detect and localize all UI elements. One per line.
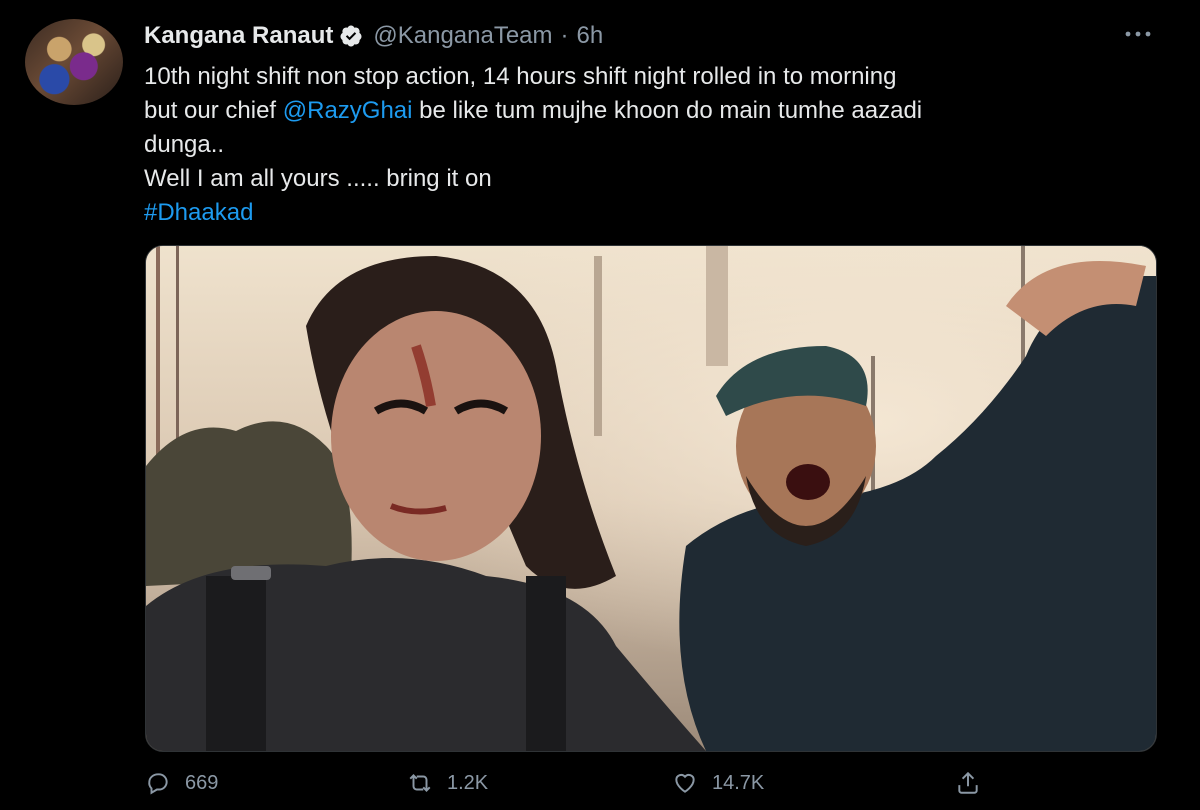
text-segment: be like tum mujhe khoon do main tumhe aa… (412, 97, 923, 124)
share-button[interactable] (955, 770, 995, 796)
tweet-header: Kangana Ranaut @KanganaTeam · 6h (144, 20, 603, 52)
verified-icon (340, 25, 362, 47)
tweet-photo[interactable] (145, 245, 1157, 752)
photo-illustration (146, 246, 1156, 751)
reply-icon (148, 773, 168, 795)
mention-link[interactable]: @RazyGhai (283, 97, 413, 124)
tweet-text: 10th night shift non stop action, 14 hou… (144, 60, 1154, 230)
text-segment: but our chief (144, 97, 283, 124)
share-icon (958, 771, 978, 794)
tweet-text-line: Well I am all yours ..... bring it on (144, 165, 492, 192)
retweet-icon (409, 774, 431, 792)
like-count: 14.7K (712, 771, 765, 794)
tweet-text-line: dunga.. (144, 131, 225, 158)
author-name[interactable]: Kangana Ranaut (144, 22, 333, 50)
reply-button[interactable]: 669 (145, 770, 218, 796)
author-handle[interactable]: @KanganaTeam (373, 22, 552, 50)
tweet-text-line: but our chief @RazyGhai be like tum mujh… (144, 94, 1154, 128)
header-separator: · (560, 22, 569, 49)
retweet-count: 1.2K (447, 771, 489, 794)
author-avatar[interactable] (25, 19, 123, 105)
tweet-text-line: 10th night shift non stop action, 14 hou… (144, 63, 897, 90)
retweet-button[interactable]: 1.2K (407, 770, 488, 796)
like-icon (675, 773, 695, 793)
like-button[interactable]: 14.7K (672, 770, 764, 796)
tweet-actions: 669 1.2K 14.7K (145, 770, 1155, 806)
reply-count: 669 (185, 771, 219, 794)
hashtag-link[interactable]: #Dhaakad (144, 196, 1154, 230)
tweet-timestamp[interactable]: 6h (577, 22, 604, 50)
more-icon[interactable] (1120, 22, 1156, 46)
